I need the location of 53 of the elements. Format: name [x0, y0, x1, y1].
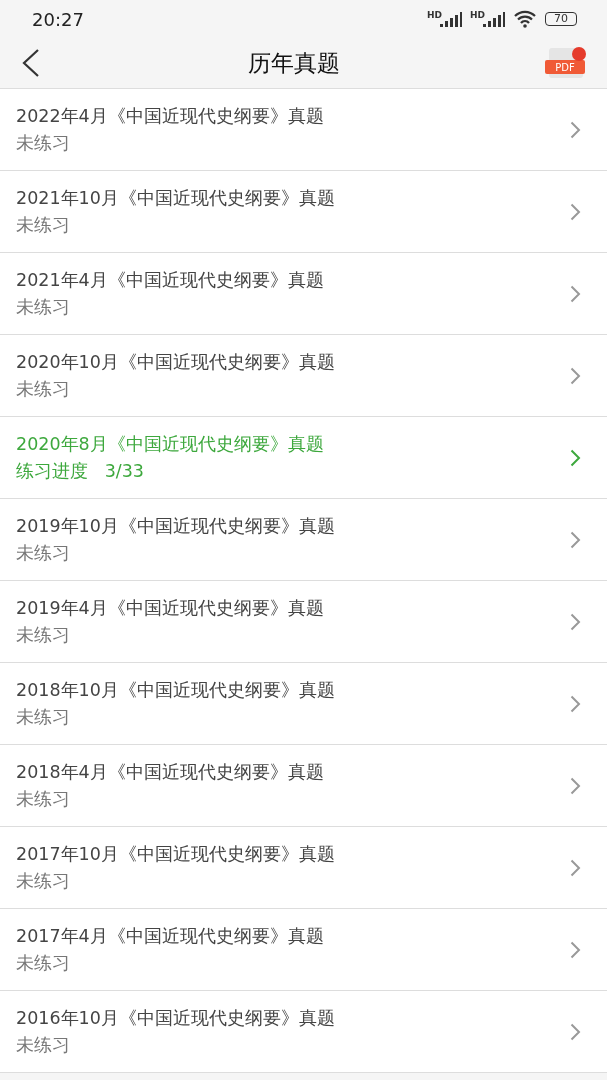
paper-title: 2022年4月《中国近现代史纲要》真题: [16, 105, 324, 128]
practice-status: 未练习: [16, 624, 71, 647]
wifi-icon: [513, 10, 537, 28]
status-time: 20:27: [32, 8, 84, 30]
paper-item[interactable]: 2019年10月《中国近现代史纲要》真题 未练习: [0, 499, 607, 581]
paper-title: 2021年4月《中国近现代史纲要》真题: [16, 269, 324, 292]
practice-status: 未练习: [16, 788, 71, 811]
paper-title: 2017年10月《中国近现代史纲要》真题: [16, 843, 335, 866]
paper-item[interactable]: 2018年10月《中国近现代史纲要》真题 未练习: [0, 663, 607, 745]
paper-title: 2018年4月《中国近现代史纲要》真题: [16, 761, 324, 784]
paper-item[interactable]: 2021年4月《中国近现代史纲要》真题 未练习: [0, 253, 607, 335]
chevron-icon: [570, 202, 581, 221]
paper-title: 2020年10月《中国近现代史纲要》真题: [16, 351, 335, 374]
practice-status: 未练习: [16, 132, 71, 155]
paper-item[interactable]: 2019年4月《中国近现代史纲要》真题 未练习: [0, 581, 607, 663]
paper-item[interactable]: 2018年4月《中国近现代史纲要》真题 未练习: [0, 745, 607, 827]
practice-status: 未练习: [16, 214, 71, 237]
chevron-icon: [570, 694, 581, 713]
paper-title: 2021年10月《中国近现代史纲要》真题: [16, 187, 335, 210]
practice-status: 未练习: [16, 378, 71, 401]
practice-status: 未练习: [16, 296, 71, 319]
paper-item[interactable]: 2020年10月《中国近现代史纲要》真题 未练习: [0, 335, 607, 417]
chevron-icon: [570, 776, 581, 795]
paper-title: 2019年4月《中国近现代史纲要》真题: [16, 597, 324, 620]
paper-title: 2016年10月《中国近现代史纲要》真题: [16, 1007, 335, 1030]
chevron-icon: [570, 612, 581, 631]
chevron-icon: [570, 530, 581, 549]
paper-item[interactable]: 2017年4月《中国近现代史纲要》真题 未练习: [0, 909, 607, 991]
hd-label: HD: [470, 11, 485, 20]
paper-item[interactable]: 2021年10月《中国近现代史纲要》真题 未练习: [0, 171, 607, 253]
paper-item[interactable]: 2016年10月《中国近现代史纲要》真题 未练习: [0, 991, 607, 1073]
chevron-icon: [570, 120, 581, 139]
chevron-icon: [570, 1022, 581, 1041]
practice-status: 未练习: [16, 542, 71, 565]
paper-item[interactable]: 2017年10月《中国近现代史纲要》真题 未练习: [0, 827, 607, 909]
practice-status: 未练习: [16, 952, 71, 975]
practice-status: 未练习: [16, 870, 71, 893]
paper-title: 2020年8月《中国近现代史纲要》真题: [16, 433, 324, 456]
chevron-icon: [570, 940, 581, 959]
hd-label: HD: [426, 11, 442, 20]
chevron-icon: [570, 284, 581, 303]
page-title: 历年真题: [247, 48, 340, 78]
practice-status: 未练习: [16, 706, 71, 729]
paper-title: 2019年10月《中国近现代史纲要》真题: [16, 515, 335, 538]
battery-level: 70: [545, 12, 577, 26]
chevron-icon: [570, 366, 581, 385]
paper-title: 2017年4月《中国近现代史纲要》真题: [16, 925, 324, 948]
paper-item[interactable]: 2022年4月《中国近现代史纲要》真题 未练习: [0, 89, 607, 171]
practice-status: 未练习: [16, 1034, 71, 1057]
practice-status: 练习进度 3/33: [16, 460, 145, 483]
chevron-icon: [570, 448, 581, 467]
chevron-icon: [570, 858, 581, 877]
paper-title: 2018年10月《中国近现代史纲要》真题: [16, 679, 335, 702]
